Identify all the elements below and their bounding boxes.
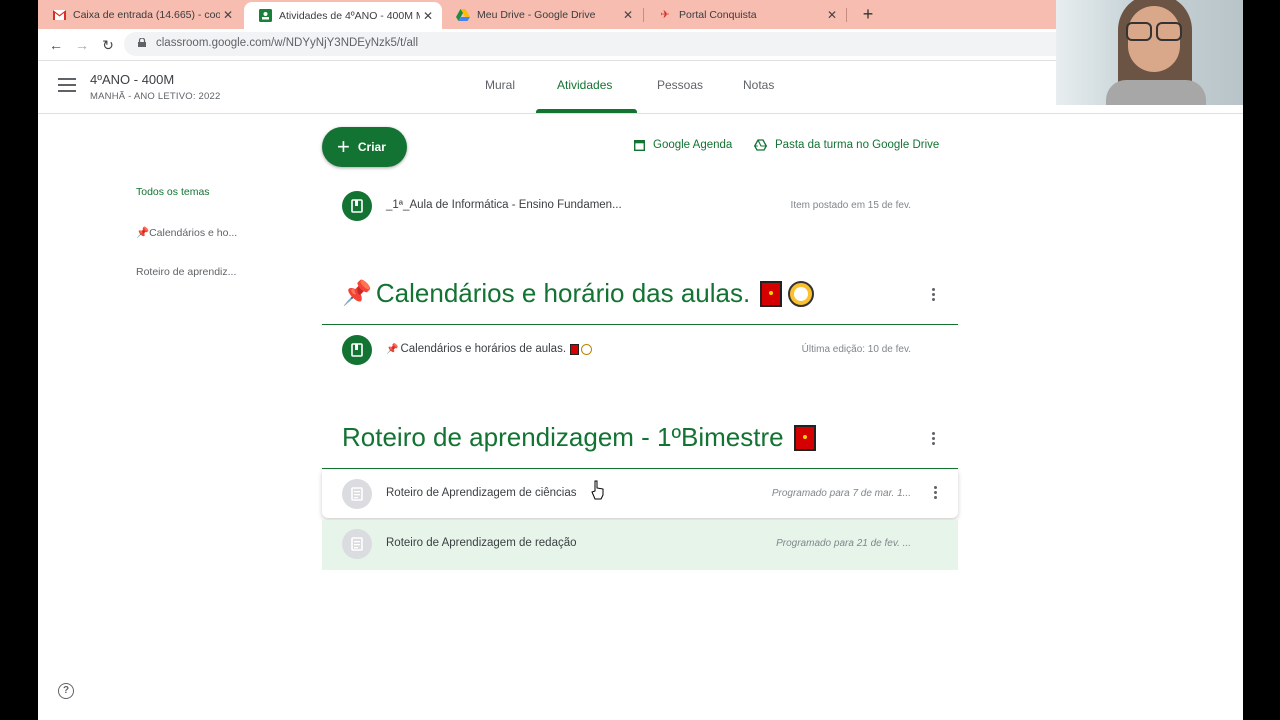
item-title: Calendários e horários de aulas.	[400, 343, 567, 355]
topic-title: Roteiro de aprendizagem - 1ºBimestre	[342, 422, 784, 452]
google-calendar-link[interactable]: Google Agenda	[634, 139, 732, 151]
calendar-icon	[634, 140, 645, 151]
list-item[interactable]: _1ª_Aula de Informática - Ensino Fundame…	[322, 182, 958, 230]
back-arrow-icon[interactable]: ←	[46, 35, 66, 55]
hand-cursor-icon	[591, 480, 604, 500]
topic-header: Roteiro de aprendizagem - 1ºBimestre	[322, 412, 958, 469]
sidebar-item-roteiro[interactable]: Roteiro de aprendiz...	[136, 266, 236, 278]
pushpin-icon: 📌	[342, 280, 372, 307]
item-title: Roteiro de Aprendizagem de redação	[386, 537, 577, 549]
material-icon	[342, 191, 372, 221]
class-title[interactable]: 4ºANO - 400M	[90, 72, 174, 87]
sidebar-item-all-topics[interactable]: Todos os temas	[136, 186, 210, 198]
tab-pessoas[interactable]: Pessoas	[657, 78, 703, 92]
class-subtitle: MANHÃ - ANO LETIVO: 2022	[90, 91, 221, 102]
classroom-icon	[258, 9, 272, 23]
new-tab-button[interactable]: +	[856, 2, 880, 26]
close-tab-icon[interactable]: ✕	[620, 8, 636, 22]
item-title: Roteiro de Aprendizagem de ciências	[386, 487, 577, 499]
sidebar-item-calendars[interactable]: 📌Calendários e ho...	[136, 226, 237, 239]
red-book-icon	[570, 343, 580, 355]
gmail-icon	[52, 8, 66, 22]
assignment-icon	[342, 529, 372, 559]
item-schedule: Programado para 7 de mar. 1...	[771, 488, 911, 499]
drive-outline-icon	[754, 139, 767, 151]
item-schedule: Programado para 21 de fev. ...	[776, 538, 911, 549]
topic-more-options-icon[interactable]	[932, 288, 936, 304]
main-menu-icon[interactable]	[58, 78, 76, 92]
red-book-icon	[760, 280, 783, 307]
plus-icon: +	[337, 134, 350, 159]
reload-icon[interactable]: ↻	[98, 35, 118, 55]
pushpin-icon: 📌	[386, 343, 399, 355]
url-text: classroom.google.com/w/NDYyNjY3NDEyNzk5/…	[156, 37, 419, 49]
red-book-icon	[793, 424, 816, 451]
tab-gmail[interactable]: Caixa de entrada (14.665) - coord ✕	[38, 0, 242, 29]
tab-notas[interactable]: Notas	[743, 78, 774, 92]
drive-icon	[456, 8, 470, 22]
create-button[interactable]: + Criar	[322, 127, 407, 167]
compass-icon	[581, 343, 593, 355]
tab-separator	[846, 8, 847, 22]
item-title: _1ª_Aula de Informática - Ensino Fundame…	[386, 199, 622, 211]
browser-window: Caixa de entrada (14.665) - coord ✕ Ativ…	[38, 0, 1243, 720]
assignment-icon	[342, 479, 372, 509]
material-icon	[342, 335, 372, 365]
item-more-options-icon[interactable]	[934, 486, 938, 502]
close-tab-icon[interactable]: ✕	[420, 9, 436, 23]
active-tab-indicator	[536, 109, 637, 113]
list-item[interactable]: Roteiro de Aprendizagem de redação Progr…	[322, 520, 958, 570]
topic-header: 📌 Calendários e horário das aulas.	[322, 268, 958, 325]
tab-mural[interactable]: Mural	[485, 78, 515, 92]
lock-icon	[138, 38, 146, 47]
item-date: Última edição: 10 de fev.	[801, 344, 911, 355]
tab-classroom[interactable]: Atividades de 4ºANO - 400M MA ✕	[244, 2, 442, 29]
help-icon[interactable]: ?	[58, 683, 74, 699]
portal-icon: ✈	[660, 9, 670, 21]
tab-drive[interactable]: Meu Drive - Google Drive ✕	[442, 0, 642, 29]
webcam-overlay	[1056, 0, 1243, 105]
topic-more-options-icon[interactable]	[932, 432, 936, 448]
topic-title: Calendários e horário das aulas.	[375, 278, 751, 308]
forward-arrow-icon[interactable]: →	[72, 35, 92, 55]
compass-icon	[788, 280, 815, 307]
close-tab-icon[interactable]: ✕	[824, 8, 840, 22]
item-date: Item postado em 15 de fev.	[790, 200, 911, 211]
drive-folder-link[interactable]: Pasta da turma no Google Drive	[754, 139, 939, 151]
list-item[interactable]: 📌 Calendários e horários de aulas. Últim…	[322, 326, 958, 374]
close-tab-icon[interactable]: ✕	[220, 8, 236, 22]
tab-portal[interactable]: ✈ Portal Conquista ✕	[644, 0, 846, 29]
list-item[interactable]: Roteiro de Aprendizagem de ciências Prog…	[322, 470, 958, 518]
tab-atividades[interactable]: Atividades	[557, 78, 612, 92]
